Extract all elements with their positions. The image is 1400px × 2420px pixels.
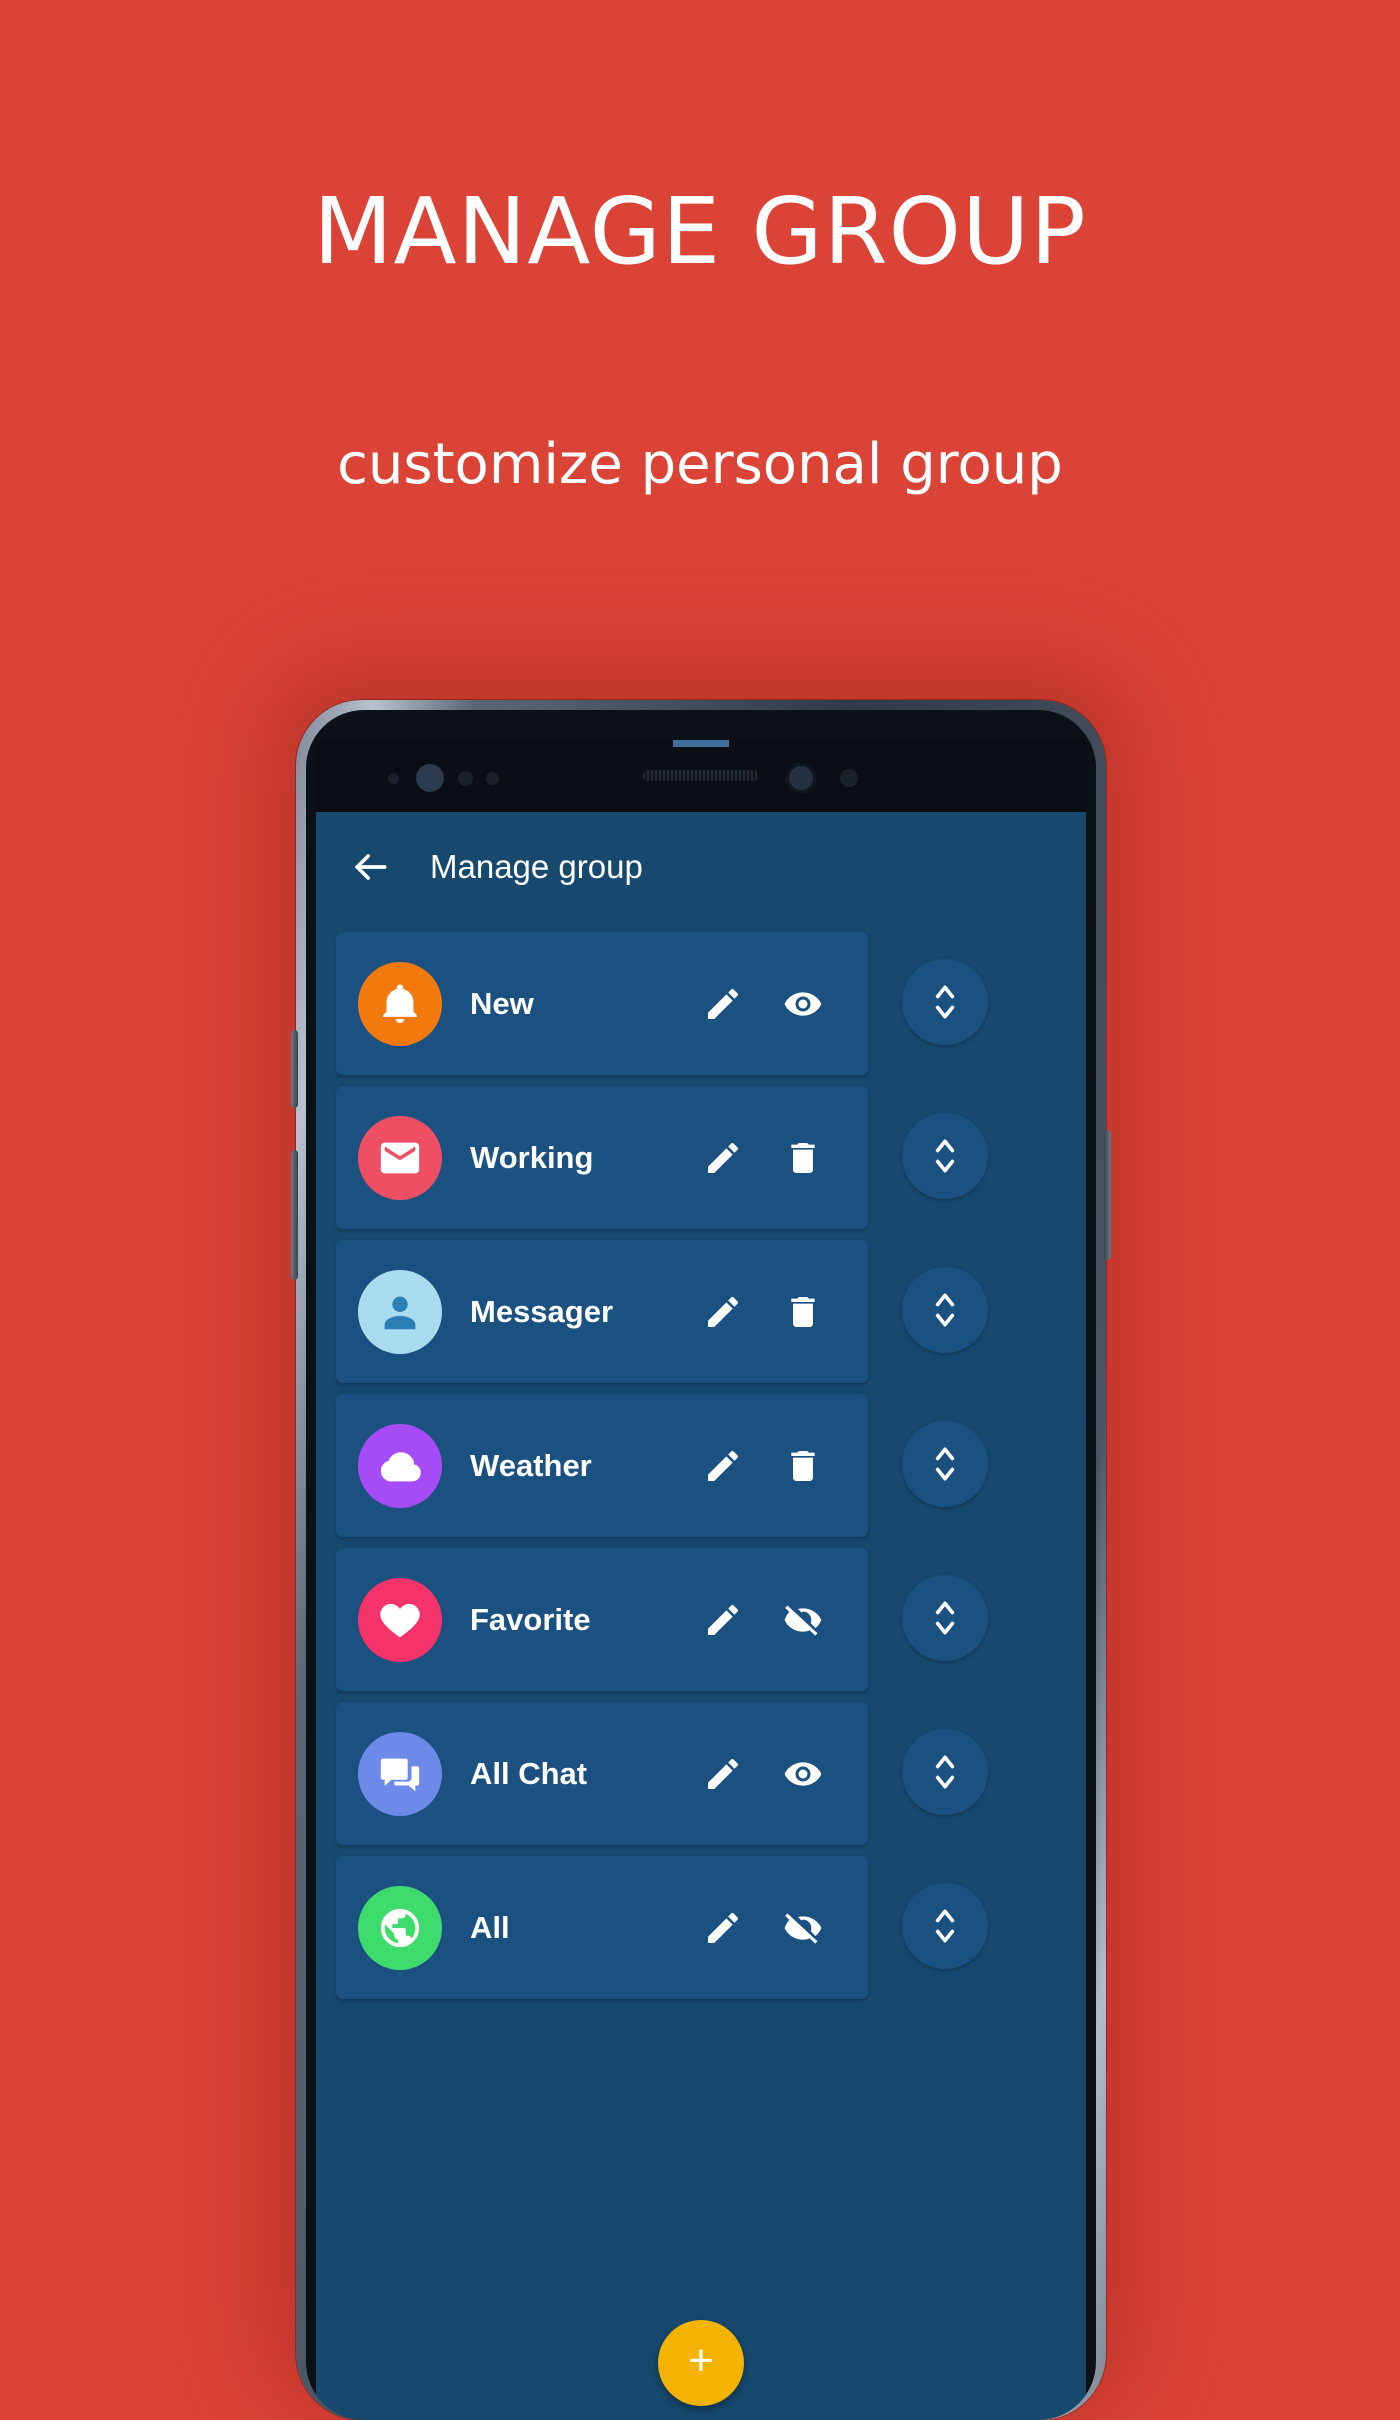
reorder-icon[interactable] — [902, 1421, 988, 1507]
earpiece-speaker — [643, 770, 759, 781]
pencil-icon[interactable] — [694, 1283, 752, 1341]
phone-top-bezel — [316, 740, 1086, 812]
promo-headline: MANAGE GROUP — [313, 178, 1087, 285]
trash-icon[interactable] — [774, 1283, 832, 1341]
group-card-messager[interactable]: Messager — [336, 1240, 868, 1383]
sensor-dot-icon — [388, 773, 399, 784]
reorder-icon[interactable] — [902, 1267, 988, 1353]
heart-icon — [358, 1577, 442, 1662]
list-item[interactable]: Messager — [316, 1239, 1086, 1384]
promo-subheadline: customize personal group — [337, 432, 1063, 497]
phone-button-bixby[interactable] — [291, 1030, 298, 1108]
group-card-weather[interactable]: Weather — [336, 1394, 868, 1537]
list-item[interactable]: New — [316, 931, 1086, 1076]
reorder-icon[interactable] — [902, 1575, 988, 1661]
phone-button-volume[interactable] — [291, 1150, 298, 1280]
group-name: Weather — [470, 1447, 592, 1483]
trash-icon[interactable] — [774, 1129, 832, 1187]
phone-frame: Manage group New Working Messager Weathe… — [291, 700, 1111, 2420]
eye-off-icon[interactable] — [774, 1591, 832, 1649]
mail-icon — [358, 1115, 442, 1200]
pencil-icon[interactable] — [694, 1899, 752, 1957]
group-list: New Working Messager Weather Favorite Al… — [316, 931, 1086, 2000]
eye-icon[interactable] — [774, 975, 832, 1033]
group-name: Favorite — [470, 1601, 591, 1637]
light-sensor-icon — [486, 772, 499, 785]
reorder-icon[interactable] — [902, 959, 988, 1045]
reorder-icon[interactable] — [902, 1729, 988, 1815]
pencil-icon[interactable] — [694, 1437, 752, 1495]
reorder-icon[interactable] — [902, 1113, 988, 1199]
front-camera-icon — [786, 763, 816, 793]
account-icon — [358, 1269, 442, 1354]
pencil-icon[interactable] — [694, 1129, 752, 1187]
list-item[interactable]: Working — [316, 1085, 1086, 1230]
group-card-favorite[interactable]: Favorite — [336, 1548, 868, 1691]
phone-button-power[interactable] — [1104, 1130, 1111, 1260]
pencil-icon[interactable] — [694, 975, 752, 1033]
group-name: Working — [470, 1139, 594, 1175]
cloud-icon — [358, 1423, 442, 1508]
group-name: New — [470, 985, 534, 1021]
proximity-sensor-icon — [458, 771, 473, 786]
group-card-all-chat[interactable]: All Chat — [336, 1702, 868, 1845]
group-name: All Chat — [470, 1755, 588, 1791]
pencil-icon[interactable] — [694, 1745, 752, 1803]
group-card-all[interactable]: All — [336, 1856, 868, 1999]
chat-icon — [358, 1731, 442, 1816]
group-name: All — [470, 1909, 510, 1945]
bell-icon — [358, 961, 442, 1046]
eye-off-icon[interactable] — [774, 1899, 832, 1957]
group-card-working[interactable]: Working — [336, 1086, 868, 1229]
iris-scanner-icon — [416, 764, 444, 792]
page-title: Manage group — [430, 848, 643, 885]
eye-icon[interactable] — [774, 1745, 832, 1803]
plus-icon: + — [688, 2336, 714, 2385]
globe-icon — [358, 1885, 442, 1970]
app-screen: Manage group New Working Messager Weathe… — [316, 740, 1086, 2420]
notch-indicator — [673, 740, 729, 747]
group-card-new[interactable]: New — [336, 932, 868, 1075]
pencil-icon[interactable] — [694, 1591, 752, 1649]
phone-screen-inner: Manage group New Working Messager Weathe… — [306, 710, 1096, 2420]
sensor-dot-2-icon — [840, 769, 858, 787]
reorder-icon[interactable] — [902, 1883, 988, 1969]
list-item[interactable]: Weather — [316, 1393, 1086, 1538]
appbar: Manage group — [316, 812, 1086, 922]
list-item[interactable]: Favorite — [316, 1547, 1086, 1692]
group-name: Messager — [470, 1293, 614, 1329]
add-group-fab[interactable]: + — [658, 2320, 744, 2406]
arrow-left-icon[interactable] — [348, 845, 392, 889]
list-item[interactable]: All — [316, 1855, 1086, 2000]
trash-icon[interactable] — [774, 1437, 832, 1495]
list-item[interactable]: All Chat — [316, 1701, 1086, 1846]
